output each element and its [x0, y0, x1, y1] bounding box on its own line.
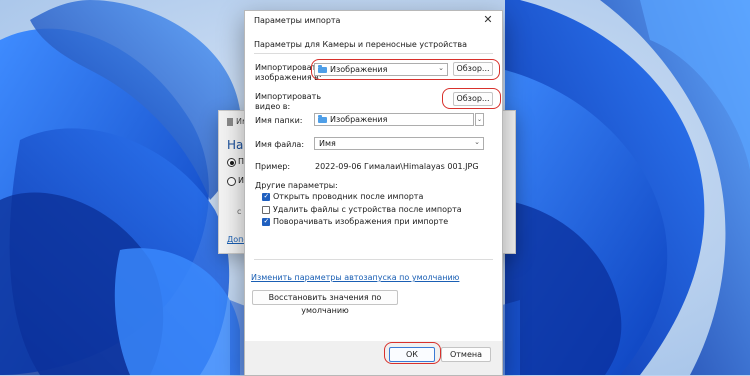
browse-images-button[interactable]: Обзор...: [453, 62, 493, 76]
open-explorer-checkbox[interactable]: [262, 192, 270, 201]
divider: [254, 53, 493, 54]
file-name-value: Имя: [319, 139, 336, 148]
divider: [254, 259, 493, 260]
import-images-folder-select[interactable]: Изображения ⌄: [314, 63, 448, 76]
import-images-folder-value: Изображения: [330, 65, 388, 74]
ok-button[interactable]: ОК: [389, 347, 435, 362]
rotate-images-checkbox[interactable]: [262, 217, 270, 226]
restore-defaults-button[interactable]: Восстановить значения по умолчанию: [252, 290, 398, 315]
folder-name-value: Изображения: [330, 115, 388, 124]
file-name-label: Имя файла:: [255, 140, 305, 149]
window-icon: [227, 118, 233, 126]
import-video-label: Импортировать видео в:: [255, 92, 322, 111]
folder-name-label: Имя папки:: [255, 116, 303, 125]
autoplay-settings-link[interactable]: Изменить параметры автозапуска по умолча…: [251, 273, 459, 282]
delete-files-label: Удалить файлы с устройства после импорта: [273, 205, 462, 214]
folder-name-dropdown[interactable]: ⌄: [475, 113, 484, 126]
rotate-images-label: Поворачивать изображения при импорте: [273, 217, 449, 226]
cancel-button[interactable]: Отмена: [441, 347, 491, 362]
folder-icon: [318, 65, 327, 73]
dialog-content: Параметры для Камеры и переносные устрой…: [245, 31, 502, 341]
example-label: Пример:: [255, 162, 291, 171]
chevron-down-icon: ⌄: [474, 138, 480, 146]
dialog-footer: ОК Отмена: [245, 341, 502, 375]
file-name-select[interactable]: Имя ⌄: [314, 137, 484, 150]
close-icon[interactable]: ✕: [480, 12, 496, 28]
background-window-text: с: [237, 207, 242, 216]
chevron-down-icon: ⌄: [438, 64, 444, 72]
open-explorer-label: Открыть проводник после импорта: [273, 192, 424, 201]
radio-option-1[interactable]: [227, 158, 236, 167]
delete-files-checkbox[interactable]: [262, 206, 270, 214]
example-value: 2022-09-06 Гималаи\Himalayas 001.JPG: [315, 162, 479, 171]
dialog-title: Параметры импорта: [254, 16, 341, 25]
folder-name-select[interactable]: Изображения: [314, 113, 474, 126]
import-settings-dialog: Параметры импорта ✕ Параметры для Камеры…: [244, 10, 503, 376]
import-images-label: Импортировать изображения в:: [255, 63, 322, 82]
section-title: Параметры для Камеры и переносные устрой…: [254, 40, 467, 49]
browse-video-button[interactable]: Обзор...: [453, 92, 493, 106]
radio-option-2[interactable]: [227, 177, 236, 186]
other-params-label: Другие параметры:: [255, 181, 338, 190]
dialog-titlebar: Параметры импорта ✕: [245, 11, 502, 31]
folder-icon: [318, 115, 327, 123]
